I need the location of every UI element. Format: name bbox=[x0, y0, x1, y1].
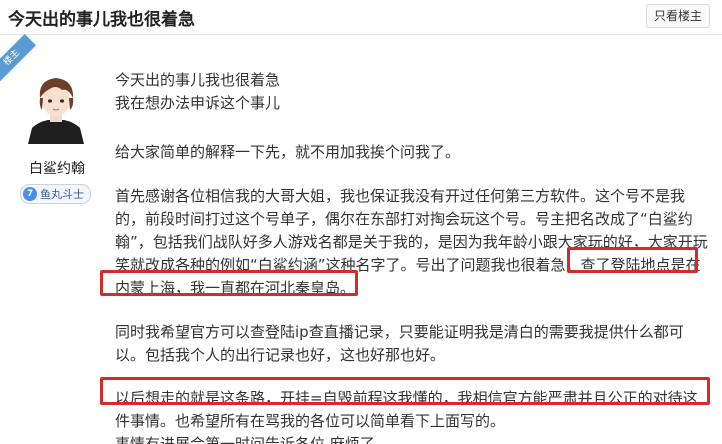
body-line: 件事情。也希望所有在骂我的各位可以简单看下上面写的。 bbox=[115, 412, 506, 430]
post-title: 今天出的事儿我也很着急 bbox=[8, 10, 195, 30]
avatar[interactable] bbox=[18, 68, 94, 144]
body-line: 翰”，包括我们战队好多人游戏名都是关于我的，是因为我年龄小跟大家玩的好，大家开玩 bbox=[115, 233, 708, 251]
avatar-image bbox=[18, 68, 94, 144]
author-name[interactable]: 白鲨约翰 bbox=[22, 158, 92, 178]
level-icon: 7 bbox=[23, 187, 37, 201]
body-line: 内蒙上海，我一直都在河北秦皇岛。 bbox=[115, 279, 356, 297]
body-line: 事情有进展会第一时间告诉各位 麻烦了。 bbox=[115, 435, 390, 444]
only-op-button[interactable]: 只看楼主 bbox=[646, 4, 710, 28]
body-line: 今天出的事儿我也很着急 bbox=[115, 71, 281, 89]
body-line: 我在想办法申诉这个事儿 bbox=[115, 94, 281, 112]
level-label: 鱼丸斗士 bbox=[40, 188, 84, 201]
body-line: 给大家简单的解释一下先，就不用加我挨个问我了。 bbox=[115, 143, 461, 161]
user-level-badge: 7 鱼丸斗士 bbox=[20, 184, 91, 204]
post-header: 今天出的事儿我也很着急 只看楼主 bbox=[0, 0, 722, 35]
body-line: 的，前段时间打过这个号单子，偶尔在东部打对掏会玩这个号。号主把名改成了“白鲨约 bbox=[115, 210, 693, 228]
body-line: 以后想走的就是这条路，开挂=自毁前程这我懂的，我相信官方能严肃并且公正的对待这 bbox=[115, 389, 698, 407]
body-line: 笑就改成各种的例如“白鲨约涵”这种名字了。号出了问题我也很着急，查了登陆地点是在 bbox=[115, 256, 701, 274]
body-line: 首先感谢各位相信我的大哥大姐，我也保证我没有开过任何第三方软件。这个号不是我 bbox=[115, 187, 686, 205]
body-line: 同时我希望官方可以查登陆ip查直播记录，只要能证明我是清白的需要我提供什么都可 bbox=[115, 323, 684, 341]
body-line: 以。包括我个人的出行记录也好，这也好那也好。 bbox=[115, 346, 446, 364]
